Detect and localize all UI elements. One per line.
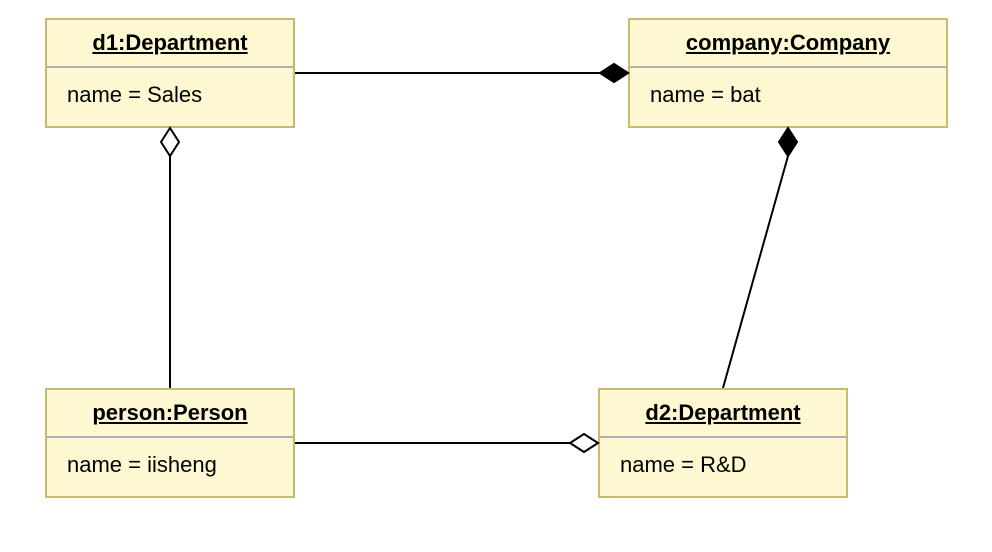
uml-attrs-d1: name = Sales — [47, 68, 293, 126]
connector-person-d2 — [295, 434, 598, 452]
uml-object-company: company:Company name = bat — [628, 18, 948, 128]
uml-object-d1: d1:Department name = Sales — [45, 18, 295, 128]
uml-object-person: person:Person name = iisheng — [45, 388, 295, 498]
uml-attrs-person: name = iisheng — [47, 438, 293, 496]
connector-d2-company — [723, 128, 797, 388]
uml-title-d1: d1:Department — [47, 20, 293, 68]
uml-attrs-d2: name = R&D — [600, 438, 846, 496]
uml-title-d2: d2:Department — [600, 390, 846, 438]
uml-attrs-company: name = bat — [630, 68, 946, 126]
uml-title-person: person:Person — [47, 390, 293, 438]
uml-object-d2: d2:Department name = R&D — [598, 388, 848, 498]
uml-title-company: company:Company — [630, 20, 946, 68]
connector-person-d1 — [161, 128, 179, 388]
connector-d1-company — [295, 64, 628, 82]
